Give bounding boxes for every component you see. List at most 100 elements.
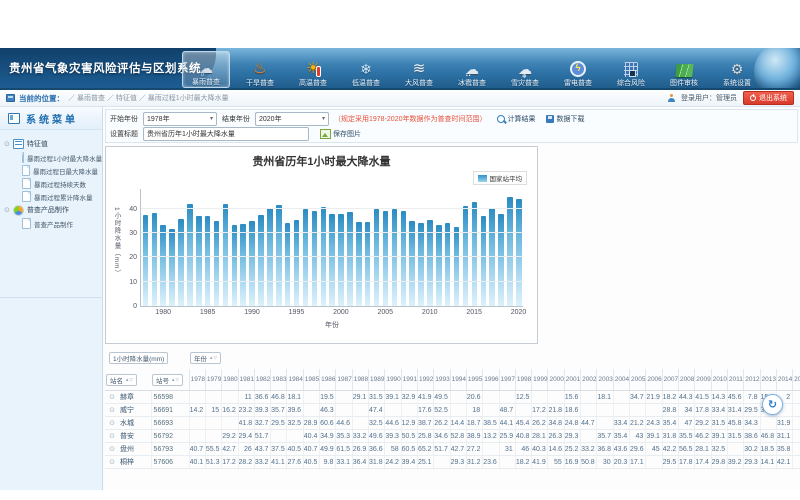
year-header-1989[interactable]: 1989 bbox=[369, 369, 385, 391]
year-header-2010[interactable]: 2010 bbox=[711, 369, 727, 391]
bar-2015[interactable] bbox=[472, 202, 478, 306]
year-header-2002[interactable]: 2002 bbox=[581, 369, 597, 391]
refresh-float-button[interactable]: ↻ bbox=[762, 394, 783, 415]
year-header-2014[interactable]: 2014 bbox=[776, 369, 792, 391]
chart-title-input[interactable]: 贵州省历年1小时最大降水量 bbox=[143, 127, 309, 141]
bar-1996[interactable] bbox=[303, 209, 309, 306]
bar-2012[interactable] bbox=[445, 223, 451, 306]
bar-1987[interactable] bbox=[223, 204, 229, 306]
year-header-2001[interactable]: 2001 bbox=[564, 369, 580, 391]
bar-1986[interactable] bbox=[214, 221, 220, 306]
sidebar-group-普查产品制作[interactable]: ⊙普查产品制作 bbox=[4, 203, 98, 217]
year-header-1988[interactable]: 1988 bbox=[352, 369, 368, 391]
bar-2001[interactable] bbox=[347, 212, 353, 306]
end-year-select[interactable]: 2020年 ▾ bbox=[255, 112, 329, 126]
year-header-1979[interactable]: 1979 bbox=[205, 369, 221, 391]
year-header-1987[interactable]: 1987 bbox=[336, 369, 352, 391]
bar-2008[interactable] bbox=[409, 221, 415, 306]
expand-icon[interactable]: ⊙ bbox=[4, 207, 10, 214]
sidebar-group-特征值[interactable]: ⊙特征值 bbox=[4, 137, 98, 151]
year-header-1981[interactable]: 1981 bbox=[238, 369, 254, 391]
toolbar-item-高温普查[interactable]: 高温普查 bbox=[290, 53, 336, 88]
year-header-1999[interactable]: 1999 bbox=[532, 369, 548, 391]
bar-1981[interactable] bbox=[169, 229, 175, 306]
bar-2018[interactable] bbox=[498, 214, 504, 306]
toolbar-item-雪灾普查[interactable]: 雪灾普查 bbox=[502, 53, 548, 88]
bar-1984[interactable] bbox=[196, 216, 202, 306]
row-expand-icon[interactable]: ⊙ bbox=[105, 417, 119, 430]
toolbar-item-暴雨普查[interactable]: 暴雨普查 bbox=[182, 51, 230, 88]
bar-1989[interactable] bbox=[240, 224, 246, 306]
year-header-2004[interactable]: 2004 bbox=[613, 369, 629, 391]
year-header-1980[interactable]: 1980 bbox=[222, 369, 238, 391]
bar-1988[interactable] bbox=[232, 225, 238, 306]
row-expand-icon[interactable]: ⊙ bbox=[105, 404, 119, 417]
year-header-2007[interactable]: 2007 bbox=[662, 369, 678, 391]
bar-2002[interactable] bbox=[356, 222, 362, 306]
bar-1991[interactable] bbox=[258, 215, 264, 306]
toolbar-item-综合风险[interactable]: 综合风险 bbox=[608, 53, 654, 88]
bar-2009[interactable] bbox=[418, 223, 424, 306]
bar-2011[interactable] bbox=[436, 225, 442, 306]
bar-1979[interactable] bbox=[152, 213, 158, 306]
bar-1995[interactable] bbox=[294, 220, 300, 306]
row-expand-icon[interactable]: ⊙ bbox=[105, 430, 119, 443]
year-header-1978[interactable]: 1978 bbox=[189, 369, 205, 391]
bar-2019[interactable] bbox=[507, 197, 513, 306]
download-button[interactable]: 数据下载 bbox=[546, 114, 584, 124]
bar-1994[interactable] bbox=[285, 223, 291, 306]
year-header-1997[interactable]: 1997 bbox=[499, 369, 515, 391]
bar-2020[interactable] bbox=[516, 199, 522, 306]
station-id-header[interactable]: 站号 ▲▽ bbox=[152, 374, 183, 386]
sidebar-item-暴雨过程累计降水量[interactable]: 暴雨过程累计降水量 bbox=[4, 190, 98, 203]
year-header-2015[interactable]: 2015 bbox=[793, 369, 800, 391]
toolbar-item-图件审核[interactable]: 图件审核 bbox=[661, 53, 707, 88]
save-image-button[interactable]: 保存图片 bbox=[320, 129, 361, 139]
year-header-2003[interactable]: 2003 bbox=[597, 369, 613, 391]
sidebar-item-暴雨过程日最大降水量[interactable]: 暴雨过程日最大降水量 bbox=[4, 164, 98, 177]
year-header-1982[interactable]: 1982 bbox=[254, 369, 270, 391]
sort-arrows-icon[interactable]: ▲▽ bbox=[125, 377, 133, 383]
year-header-1991[interactable]: 1991 bbox=[401, 369, 417, 391]
bar-1985[interactable] bbox=[205, 216, 211, 306]
toolbar-item-干旱普查[interactable]: 干旱普查 bbox=[237, 53, 283, 88]
year-header-2009[interactable]: 2009 bbox=[695, 369, 711, 391]
bar-1999[interactable] bbox=[329, 214, 335, 306]
toolbar-item-系统设置[interactable]: 系统设置 bbox=[714, 53, 760, 88]
toolbar-item-低温普查[interactable]: 低温普查 bbox=[343, 53, 389, 88]
year-header-1984[interactable]: 1984 bbox=[287, 369, 303, 391]
expand-icon[interactable]: ⊙ bbox=[4, 141, 10, 148]
year-header-2008[interactable]: 2008 bbox=[678, 369, 694, 391]
sidebar-item-普查产品制作[interactable]: 普查产品制作 bbox=[4, 217, 98, 230]
year-header-1994[interactable]: 1994 bbox=[450, 369, 466, 391]
year-header-2006[interactable]: 2006 bbox=[646, 369, 662, 391]
bar-2003[interactable] bbox=[365, 222, 371, 306]
year-header-2005[interactable]: 2005 bbox=[630, 369, 646, 391]
bar-2000[interactable] bbox=[338, 214, 344, 306]
toolbar-item-冰雹普查[interactable]: 冰雹普查 bbox=[449, 53, 495, 88]
row-expand-icon[interactable]: ⊙ bbox=[105, 443, 119, 456]
year-header-1983[interactable]: 1983 bbox=[271, 369, 287, 391]
year-header-1993[interactable]: 1993 bbox=[434, 369, 450, 391]
bar-1983[interactable] bbox=[187, 204, 193, 306]
start-year-select[interactable]: 1978年 ▾ bbox=[143, 112, 217, 126]
bar-1978[interactable] bbox=[143, 215, 149, 306]
bar-2005[interactable] bbox=[383, 211, 389, 306]
logout-button[interactable]: 退出系统 bbox=[743, 91, 794, 105]
sort-arrows-icon[interactable]: ▲▽ bbox=[171, 377, 179, 383]
bar-2006[interactable] bbox=[392, 209, 398, 306]
year-header-2011[interactable]: 2011 bbox=[727, 369, 743, 391]
year-header-2013[interactable]: 2013 bbox=[760, 369, 776, 391]
year-header-1995[interactable]: 1995 bbox=[466, 369, 482, 391]
bar-1990[interactable] bbox=[249, 221, 255, 306]
bar-2016[interactable] bbox=[481, 216, 487, 306]
station-name-header[interactable]: 站名 ▲▽ bbox=[106, 374, 137, 386]
year-header-1992[interactable]: 1992 bbox=[417, 369, 433, 391]
year-header-1985[interactable]: 1985 bbox=[303, 369, 319, 391]
sidebar-item-暴雨过程1小时最大降水量[interactable]: 暴雨过程1小时最大降水量 bbox=[4, 151, 98, 164]
bar-2013[interactable] bbox=[454, 227, 460, 306]
year-header-2000[interactable]: 2000 bbox=[548, 369, 564, 391]
year-header-1996[interactable]: 1996 bbox=[483, 369, 499, 391]
bar-2004[interactable] bbox=[374, 209, 380, 306]
toolbar-item-大风普查[interactable]: 大风普查 bbox=[396, 53, 442, 88]
